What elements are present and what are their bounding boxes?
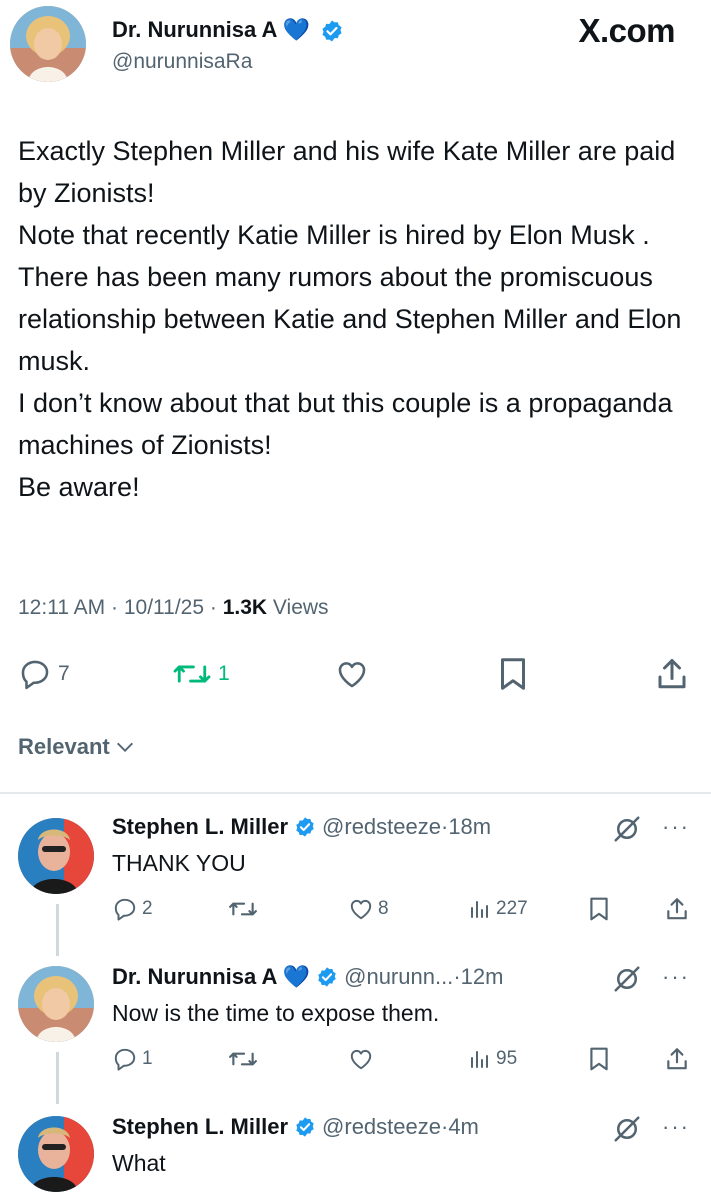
reply-count: 2 <box>142 898 153 919</box>
like-icon <box>350 899 372 920</box>
reply-count: 1 <box>142 1048 153 1069</box>
meta-separator: · <box>440 1114 449 1139</box>
post-meta: 12:11 AM · 10/11/25 · 1.3K Views <box>18 596 329 620</box>
reply-icon <box>114 1048 136 1071</box>
repost-count: 1 <box>218 662 230 685</box>
reply-share-button[interactable] <box>664 896 690 922</box>
reply-avatar[interactable] <box>18 1116 94 1192</box>
more-icon[interactable]: ··· <box>662 814 690 840</box>
reply-author-handle[interactable]: @redsteeze <box>322 1114 441 1140</box>
reply-header: Stephen L. Miller @redsteeze · 4m <box>112 1114 479 1140</box>
chevron-down-icon <box>116 742 133 752</box>
reply-header: Dr. Nurunnisa A 💙 @nurunn... · 12m <box>112 964 503 990</box>
reply-header: Stephen L. Miller @redsteeze · 18m <box>112 814 491 840</box>
reply-text: Now is the time to expose them. <box>112 1000 440 1026</box>
reply-like-button[interactable]: 8 <box>348 896 389 922</box>
verified-badge-icon <box>322 20 342 42</box>
grok-button[interactable] <box>612 964 642 999</box>
like-count: 8 <box>378 898 389 919</box>
repost-icon <box>229 902 257 916</box>
thread-line <box>56 904 59 956</box>
views-icon <box>471 901 488 918</box>
like-icon <box>338 662 366 688</box>
bookmark-button[interactable] <box>498 654 528 694</box>
views-count: 95 <box>496 1048 518 1069</box>
share-icon <box>658 659 686 689</box>
sort-label: Relevant <box>18 734 110 759</box>
verified-badge-icon <box>296 1117 314 1137</box>
views-icon <box>471 1051 488 1068</box>
more-icon[interactable]: ··· <box>662 1114 690 1140</box>
reply-avatar[interactable] <box>18 818 94 894</box>
reply-icon <box>21 660 49 690</box>
reply-icon <box>114 898 136 921</box>
more-icon[interactable]: ··· <box>662 964 690 990</box>
share-icon <box>667 898 687 920</box>
post-time[interactable]: 12:11 AM <box>18 596 105 619</box>
thread-line <box>56 1052 59 1104</box>
reply-bookmark-button[interactable] <box>588 896 610 922</box>
reply-author-handle[interactable]: @nurunn... <box>344 964 453 990</box>
author-avatar[interactable] <box>10 6 86 82</box>
grok-icon <box>614 966 640 992</box>
reply-share-button[interactable] <box>664 1046 690 1072</box>
reply-age[interactable]: 4m <box>448 1114 479 1140</box>
grok-icon <box>614 1116 640 1142</box>
verified-badge-icon <box>318 967 336 987</box>
reply-author-handle[interactable]: @redsteeze <box>322 814 441 840</box>
like-button[interactable] <box>334 654 370 694</box>
reply-author-name[interactable]: Stephen L. Miller <box>112 1114 288 1140</box>
share-button[interactable] <box>654 654 690 694</box>
bookmark-icon <box>501 658 525 690</box>
like-icon <box>350 1049 372 1070</box>
meta-separator: · <box>111 596 124 619</box>
reply-like-button[interactable] <box>348 1046 374 1072</box>
reply-views-button[interactable]: 227 <box>468 896 528 922</box>
reply-reply-button[interactable]: 2 <box>112 896 153 922</box>
post-date[interactable]: 10/11/25 <box>124 596 204 619</box>
meta-separator: · <box>209 596 223 619</box>
reply-count: 7 <box>58 662 70 685</box>
reply-age[interactable]: 12m <box>461 964 504 990</box>
reply-bookmark-button[interactable] <box>588 1046 610 1072</box>
post-text: Exactly Stephen Miller and his wife Kate… <box>18 136 682 502</box>
reply-author-name[interactable]: Stephen L. Miller <box>112 814 288 840</box>
reply-text: What <box>112 1150 166 1176</box>
reply-text: THANK YOU <box>112 850 246 876</box>
grok-button[interactable] <box>612 1114 642 1149</box>
repost-icon <box>173 665 211 683</box>
views-count: 1.3K <box>222 596 268 619</box>
bookmark-icon <box>590 897 608 921</box>
author-handle[interactable]: @nurunnisaRa <box>112 50 252 74</box>
reply-age[interactable]: 18m <box>448 814 491 840</box>
repost-button[interactable]: 1 <box>172 654 230 694</box>
sort-dropdown[interactable]: Relevant <box>18 734 136 760</box>
reply-button[interactable]: 7 <box>18 654 70 694</box>
grok-icon <box>614 816 640 842</box>
author-name[interactable]: Dr. Nurunnisa A 💙 <box>112 17 310 42</box>
views-count: 227 <box>496 898 528 919</box>
brand-logo: X.com <box>578 12 675 49</box>
views-label: Views <box>272 596 329 619</box>
meta-separator: · <box>453 964 461 989</box>
reply-avatar[interactable] <box>18 966 94 1042</box>
bookmark-icon <box>590 1047 608 1071</box>
reply-author-name[interactable]: Dr. Nurunnisa A 💙 <box>112 964 310 990</box>
share-icon <box>667 1048 687 1070</box>
grok-button[interactable] <box>612 814 642 849</box>
verified-badge-icon <box>296 817 314 837</box>
author-name-row[interactable]: Dr. Nurunnisa A 💙 <box>112 17 344 43</box>
divider <box>0 792 711 794</box>
repost-icon <box>229 1052 257 1066</box>
reply-reply-button[interactable]: 1 <box>112 1046 153 1072</box>
reply-views-button[interactable]: 95 <box>468 1046 517 1072</box>
reply-repost-button[interactable] <box>228 896 258 922</box>
meta-separator: · <box>440 814 449 839</box>
reply-repost-button[interactable] <box>228 1046 258 1072</box>
